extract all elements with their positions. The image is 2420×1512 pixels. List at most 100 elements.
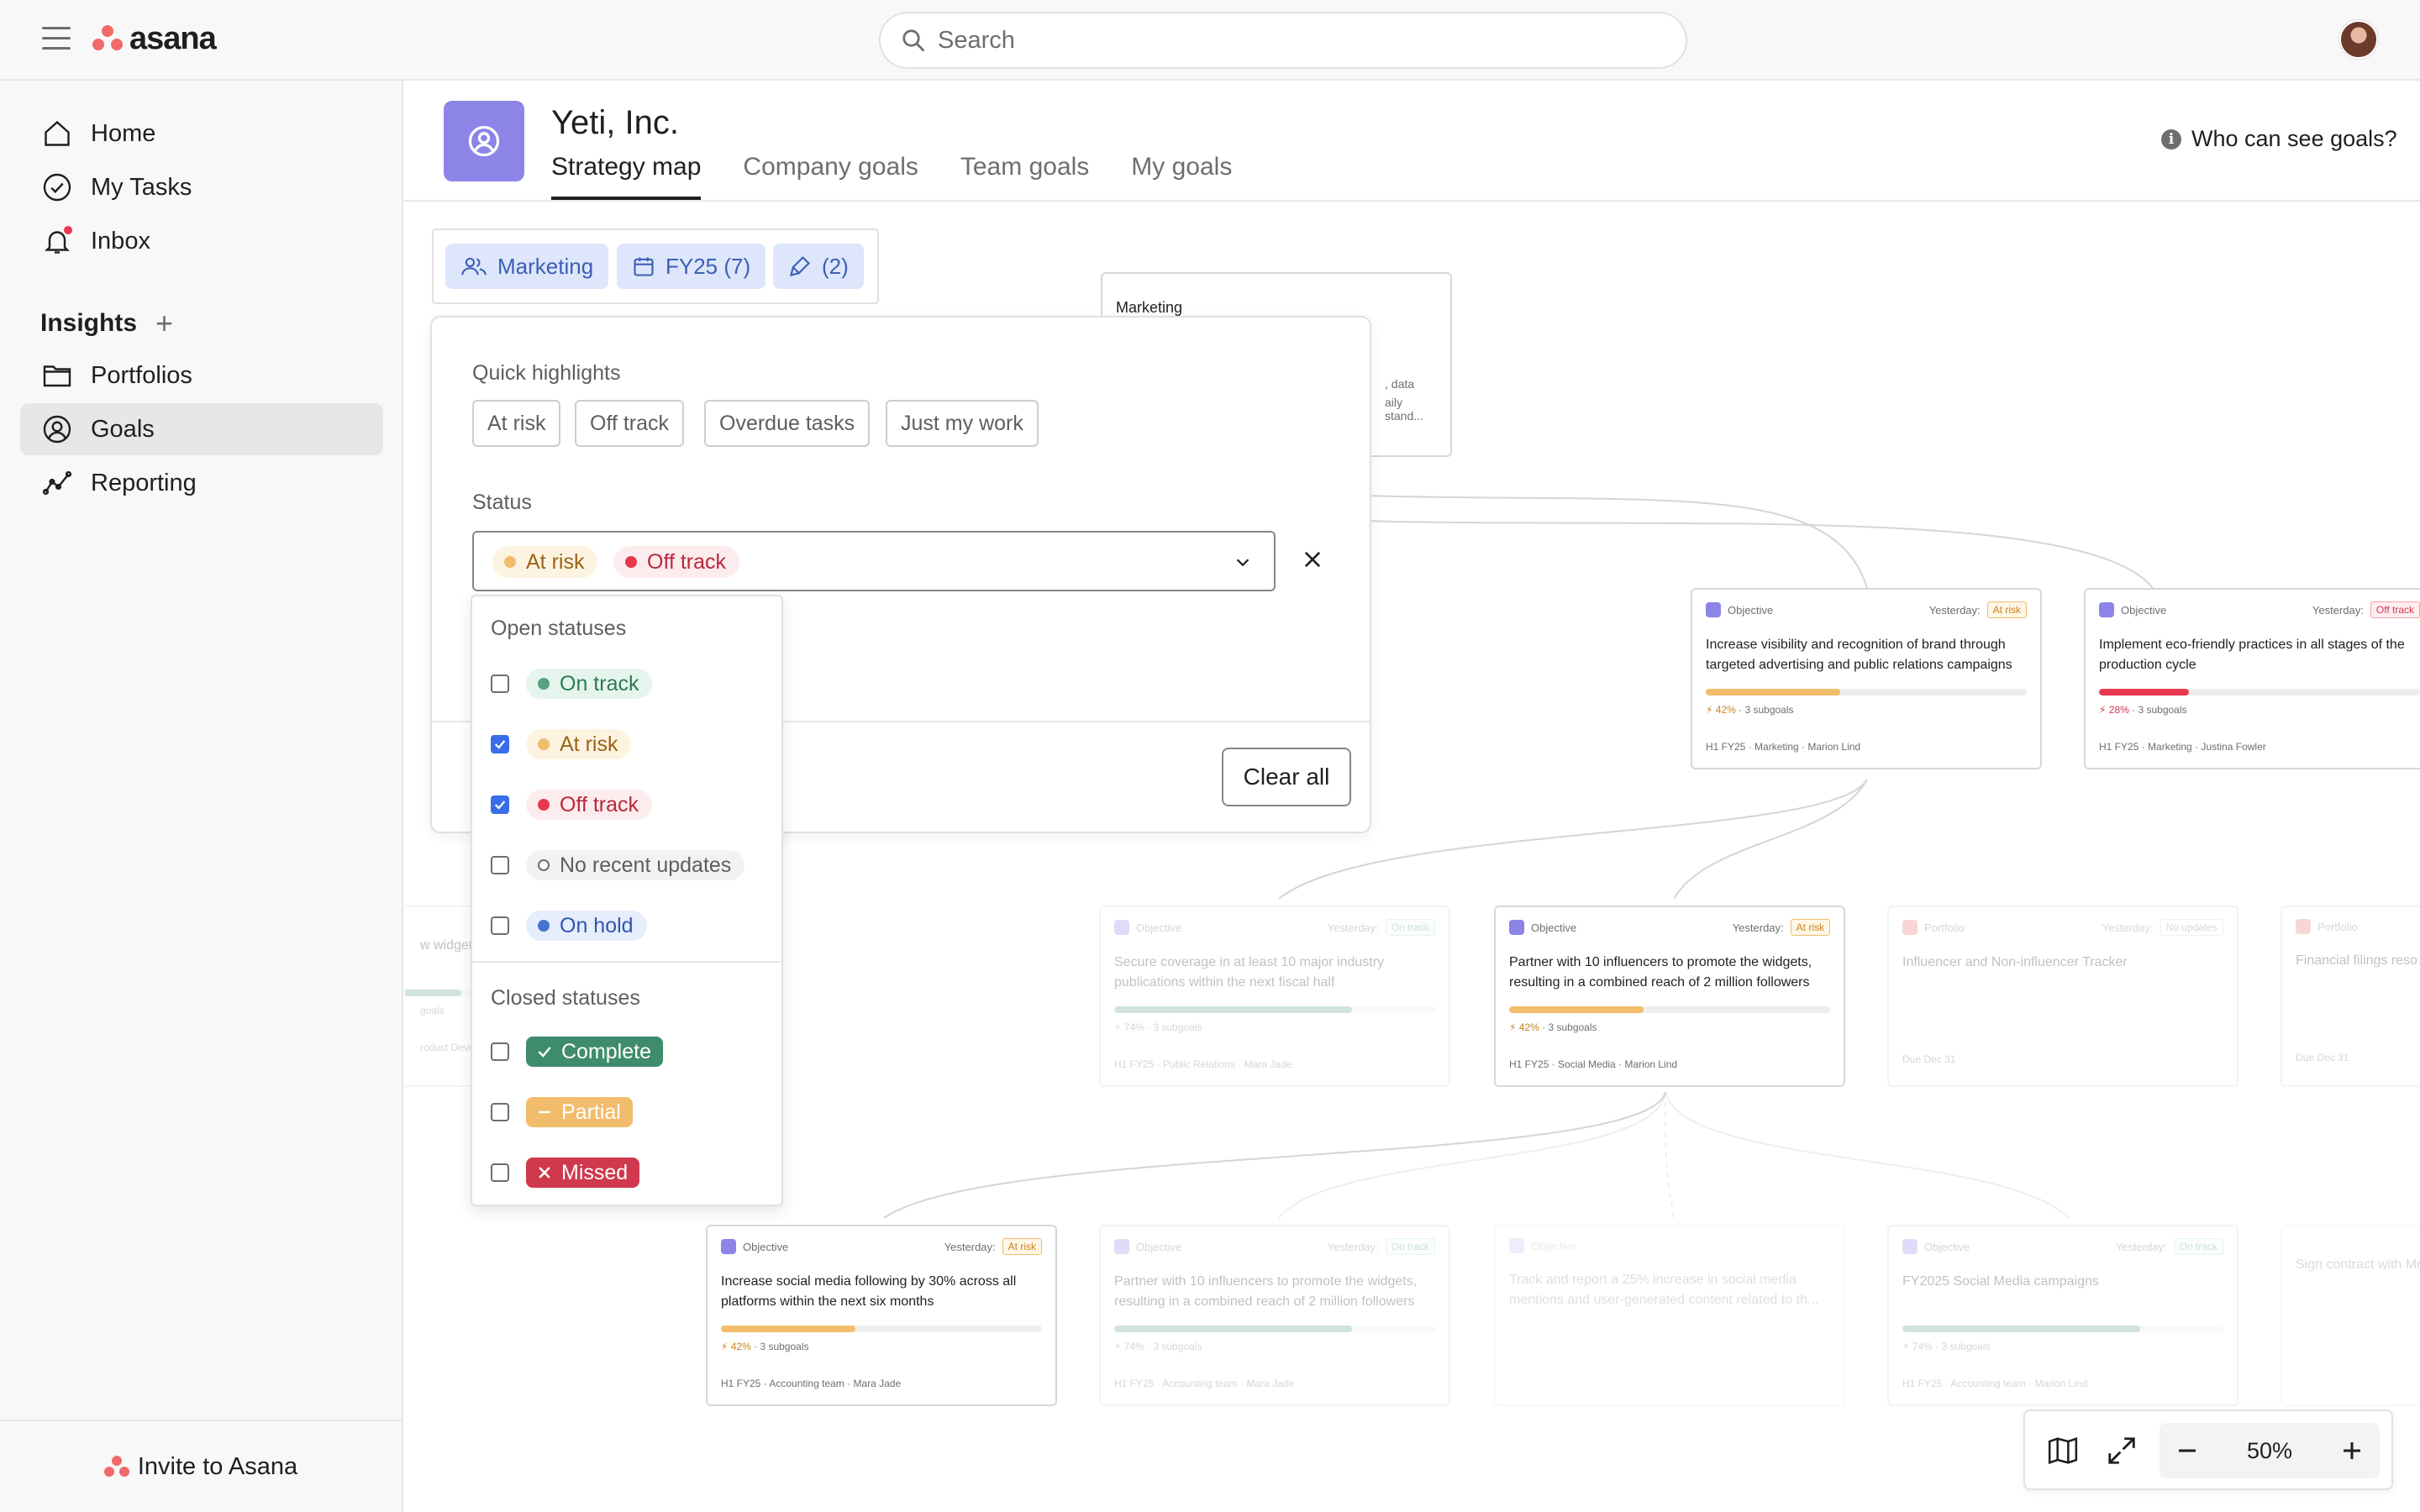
checkbox[interactable] — [491, 675, 509, 693]
card-kind: Objective — [1509, 1238, 1576, 1253]
status-tag: On track — [526, 669, 653, 699]
chip-label: FY25 (7) — [666, 253, 751, 279]
checkbox[interactable] — [491, 1103, 509, 1121]
status-option-on-hold[interactable]: On hold — [491, 909, 647, 942]
status-badge: Off track — [2370, 601, 2420, 618]
open-statuses-label: Open statuses — [491, 617, 627, 640]
status-select[interactable]: At risk Off track — [472, 531, 1276, 591]
quick-highlight-overdue-tasks[interactable]: Overdue tasks — [704, 400, 871, 447]
sidebar-item-my-tasks[interactable]: My Tasks — [20, 161, 383, 213]
sidebar-item-goals[interactable]: Goals — [20, 403, 383, 455]
card-title: FY2025 Social Media campaigns — [1902, 1274, 2099, 1289]
search-bar[interactable] — [879, 12, 1687, 69]
zoom-controls: 50% — [2023, 1410, 2393, 1490]
quick-highlight-just-my-work[interactable]: Just my work — [886, 400, 1039, 447]
hamburger-menu-icon[interactable] — [42, 27, 71, 52]
sidebar-item-reporting[interactable]: Reporting — [20, 457, 383, 509]
calendar-icon — [632, 255, 655, 278]
checkbox-checked[interactable] — [491, 735, 509, 753]
status-badge: On track — [1385, 919, 1435, 936]
card-kind: Portfolio — [2296, 919, 2358, 934]
card-footer: H1 FY25 · Social Media · Marion Lind — [1509, 1058, 1678, 1070]
search-input[interactable] — [938, 26, 1610, 55]
tab-team-goals[interactable]: Team goals — [960, 150, 1089, 200]
checkbox[interactable] — [491, 856, 509, 874]
status-option-no-recent-updates[interactable]: No recent updates — [491, 848, 745, 882]
tab-my-goals[interactable]: My goals — [1131, 150, 1232, 200]
card-kind: Objective — [2099, 602, 2166, 617]
status-option-partial[interactable]: Partial — [491, 1095, 633, 1129]
filter-chip-highlights[interactable]: (2) — [773, 244, 864, 289]
card-kind: Objective — [721, 1239, 788, 1254]
portfolio-card[interactable]: Portfolio Financial filings reso Due Dec… — [2281, 906, 2420, 1087]
goal-card[interactable]: Objective Yesterday: On track Partner wit… — [1099, 1225, 1450, 1406]
tab-company-goals[interactable]: Company goals — [743, 150, 918, 200]
status-option-complete[interactable]: Complete — [491, 1035, 663, 1068]
checkbox[interactable] — [491, 916, 509, 935]
expand-icon[interactable] — [2106, 1435, 2138, 1467]
sidebar-item-inbox[interactable]: Inbox — [20, 215, 383, 267]
goal-card[interactable]: Objective Yesterday: At risk Increase soc… — [706, 1225, 1057, 1406]
filter-chip-team[interactable]: Marketing — [445, 244, 609, 289]
card-meta: ⚡ 42% · 3 subgoals — [721, 1341, 809, 1352]
status-dot — [504, 556, 516, 568]
map-icon[interactable] — [2047, 1435, 2079, 1467]
status-option-on-track[interactable]: On track — [491, 667, 653, 701]
card-meta: ⚡ 28% · 3 subgoals — [2099, 704, 2187, 716]
folder-icon — [40, 359, 74, 392]
asana-logo[interactable]: asana — [92, 20, 217, 57]
chip-label: (2) — [822, 253, 849, 279]
portfolio-card[interactable]: Portfolio Yesterday: No updates Influence… — [1887, 906, 2238, 1087]
status-tag: At risk — [526, 729, 632, 759]
goals-icon — [40, 412, 74, 446]
card-footer: Due Dec 31 — [1902, 1053, 1956, 1065]
checkbox[interactable] — [491, 1163, 509, 1182]
add-insight-icon[interactable]: + — [155, 306, 173, 341]
status-option-missed[interactable]: Missed — [491, 1156, 640, 1189]
goal-card[interactable]: Objective Yesterday: Off track Implement … — [2084, 588, 2420, 769]
clear-status-icon[interactable] — [1301, 548, 1324, 571]
status-badge: On track — [1385, 1238, 1435, 1255]
goal-card[interactable]: Objective Yesterday: On track FY2025 Soci… — [1887, 1225, 2238, 1406]
chevron-down-icon[interactable] — [1234, 553, 1252, 571]
quick-highlight-at-risk[interactable]: At risk — [472, 400, 561, 447]
goal-icon — [1509, 1238, 1524, 1253]
quick-highlights-label: Quick highlights — [472, 361, 621, 385]
sidebar-item-portfolios[interactable]: Portfolios — [20, 349, 383, 402]
checkbox[interactable] — [491, 1042, 509, 1061]
card-title: Partner with 10 influencers to promote t… — [1509, 955, 1812, 990]
portfolio-icon — [2296, 919, 2311, 934]
clear-all-button[interactable]: Clear all — [1222, 748, 1351, 806]
goal-card[interactable]: Objective Yesterday: At risk Increase vis… — [1691, 588, 2042, 769]
status-tag: No recent updates — [526, 850, 745, 880]
user-avatar[interactable] — [2339, 20, 2378, 59]
notification-dot — [62, 224, 74, 236]
tab-strategy-map[interactable]: Strategy map — [551, 150, 702, 200]
dash-icon — [536, 1104, 553, 1121]
who-can-see-goals-link[interactable]: i Who can see goals? — [2161, 126, 2397, 152]
search-icon — [902, 29, 925, 52]
status-option-at-risk[interactable]: At risk — [491, 727, 632, 761]
invite-button[interactable]: Invite to Asana — [0, 1420, 402, 1512]
top-bar: asana — [0, 0, 2420, 81]
filter-chip-period[interactable]: FY25 (7) — [617, 244, 766, 289]
goal-card[interactable]: Sign contract with Mr. Instagram posts a… — [2281, 1225, 2420, 1406]
quick-highlight-off-track[interactable]: Off track — [575, 400, 685, 447]
check-circle-icon — [40, 171, 74, 204]
selected-status-at-risk[interactable]: At risk — [492, 546, 598, 578]
selected-status-off-track[interactable]: Off track — [613, 546, 740, 578]
status-option-off-track[interactable]: Off track — [491, 788, 653, 822]
closed-statuses-label: Closed statuses — [491, 986, 640, 1010]
goal-card[interactable]: Objective Yesterday: At risk Partner with… — [1494, 906, 1845, 1087]
team-avatar-icon — [444, 101, 524, 181]
sidebar-item-label: Inbox — [91, 227, 150, 255]
zoom-in-icon[interactable] — [2339, 1438, 2365, 1463]
card-kind: Portfolio — [1902, 920, 1965, 935]
status-tag: On hold — [526, 911, 647, 941]
card-footer: H1 FY25 · Accounting team · Mara Jade — [1114, 1378, 1295, 1389]
goal-card[interactable]: Objective Track and report a 25% increas… — [1494, 1225, 1845, 1406]
checkbox-checked[interactable] — [491, 795, 509, 814]
card-kind: Objective — [1902, 1239, 1970, 1254]
sidebar-item-home[interactable]: Home — [20, 108, 383, 160]
goal-card[interactable]: Objective Yesterday: On track Secure cove… — [1099, 906, 1450, 1087]
